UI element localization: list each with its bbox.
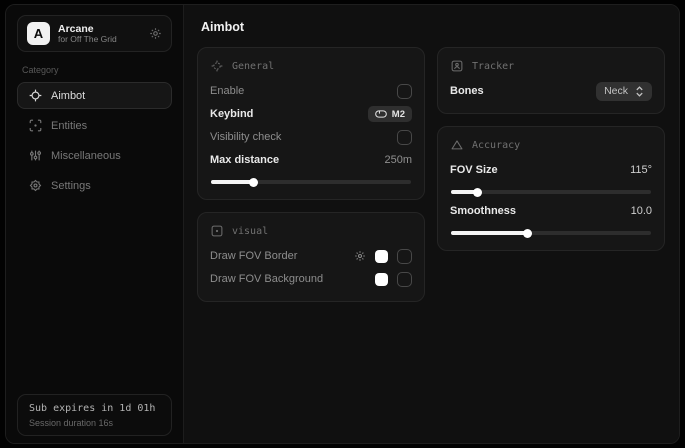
gear-icon[interactable] — [149, 27, 162, 40]
slider-thumb[interactable] — [473, 188, 482, 197]
scan-icon — [28, 119, 42, 132]
general-card: General Enable Keybind — [197, 47, 425, 200]
brand-card: A Arcane for Off The Grid — [17, 15, 172, 52]
sidebar-item-aimbot[interactable]: Aimbot — [17, 82, 172, 109]
triangle-icon — [450, 139, 464, 151]
smoothness-label: Smoothness — [450, 205, 516, 217]
visibility-checkbox[interactable] — [397, 130, 412, 145]
subscription-info-card: Sub expires in 1d 01h Session duration 1… — [17, 394, 172, 436]
brand-subtitle: for Off The Grid — [58, 35, 141, 45]
session-duration-text: Session duration 16s — [29, 418, 160, 428]
sidebar-item-settings[interactable]: Settings — [17, 172, 172, 199]
fov-size-label: FOV Size — [450, 164, 498, 176]
fov-background-color-swatch[interactable] — [375, 273, 388, 286]
brand-logo: A — [27, 22, 50, 45]
slider-thumb[interactable] — [249, 178, 258, 187]
tracker-card: Tracker Bones Neck — [437, 47, 665, 114]
bones-select[interactable]: Neck — [596, 82, 652, 101]
bones-label: Bones — [450, 85, 484, 97]
smoothness-value: 10.0 — [631, 205, 652, 217]
smoothness-slider[interactable] — [451, 231, 651, 235]
sidebar-item-label: Miscellaneous — [51, 150, 121, 162]
accuracy-card: Accuracy FOV Size 115° Smoothness 10 — [437, 126, 665, 251]
draw-fov-background-label: Draw FOV Background — [210, 273, 323, 285]
sidebar-item-entities[interactable]: Entities — [17, 112, 172, 139]
max-distance-label: Max distance — [210, 154, 279, 166]
mouse-icon — [375, 110, 387, 118]
card-title: Accuracy — [472, 140, 520, 151]
gear-icon — [28, 179, 42, 192]
brand-name: Arcane — [58, 23, 141, 35]
sidebar-item-miscellaneous[interactable]: Miscellaneous — [17, 142, 172, 169]
fov-size-slider[interactable] — [451, 190, 651, 194]
max-distance-slider[interactable] — [211, 180, 411, 184]
max-distance-value: 250m — [384, 154, 412, 166]
draw-fov-border-label: Draw FOV Border — [210, 250, 297, 262]
keybind-value: M2 — [392, 109, 405, 120]
page-title: Aimbot — [201, 20, 665, 34]
category-label: Category — [22, 65, 167, 75]
screen: A Arcane for Off The Grid Category — [0, 0, 685, 448]
sidebar: A Arcane for Off The Grid Category — [6, 5, 184, 443]
visual-card: visual Draw FOV Border — [197, 212, 425, 302]
crosshair-icon — [28, 89, 42, 102]
gear-icon[interactable] — [354, 250, 366, 262]
visibility-check-label: Visibility check — [210, 131, 281, 143]
keybind-label: Keybind — [210, 108, 253, 120]
chevron-up-down-icon — [635, 86, 644, 97]
sidebar-item-label: Aimbot — [51, 90, 85, 102]
sidebar-item-label: Entities — [51, 120, 87, 132]
grid-icon — [28, 149, 42, 162]
person-box-icon — [450, 60, 464, 72]
card-title: visual — [232, 226, 268, 237]
bones-selected-value: Neck — [604, 85, 628, 97]
card-title: Tracker — [472, 61, 514, 72]
fov-size-value: 115° — [630, 164, 652, 176]
eye-box-icon — [210, 225, 224, 237]
fov-border-color-swatch[interactable] — [375, 250, 388, 263]
keybind-button[interactable]: M2 — [368, 106, 412, 122]
fov-background-checkbox[interactable] — [397, 272, 412, 287]
crosshair-icon — [210, 60, 224, 72]
card-title: General — [232, 61, 274, 72]
sidebar-item-label: Settings — [51, 180, 91, 192]
enable-label: Enable — [210, 85, 244, 97]
app-window: A Arcane for Off The Grid Category — [5, 4, 680, 444]
sub-expires-text: Sub expires in 1d 01h — [29, 403, 160, 414]
fov-border-checkbox[interactable] — [397, 249, 412, 264]
slider-thumb[interactable] — [523, 229, 532, 238]
main-panel: Aimbot General — [184, 5, 679, 443]
enable-checkbox[interactable] — [397, 84, 412, 99]
